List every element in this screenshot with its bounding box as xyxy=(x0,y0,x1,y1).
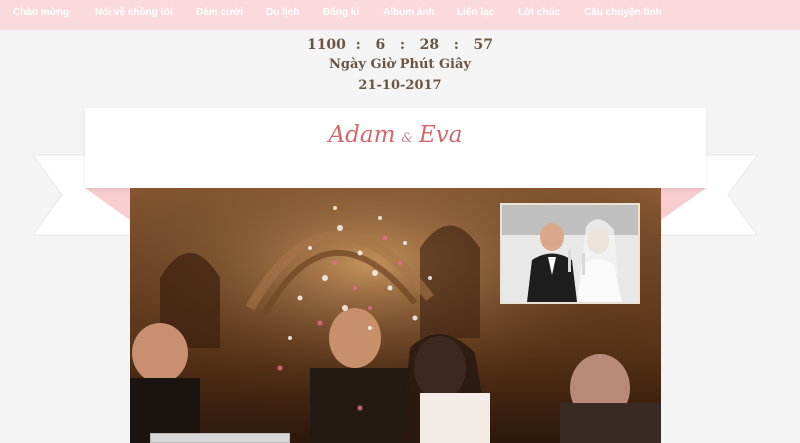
nav-item-travel[interactable]: Du lịch xyxy=(266,0,299,26)
nav-item-wishes[interactable]: Lời chúc xyxy=(518,0,560,26)
couple-names: Adam & Eva xyxy=(85,122,706,148)
photo-thumbnail-strip xyxy=(150,433,290,443)
inset-couple-photo xyxy=(500,203,640,304)
countdown-hours: 6 xyxy=(375,37,386,53)
countdown-seconds: 57 xyxy=(473,37,494,53)
nav-item-register[interactable]: Đăng kí xyxy=(323,0,359,26)
top-nav-bar: Chào mừng Nói về chồng tôi Đám cưới Du l… xyxy=(0,0,800,30)
nav-item-love-story[interactable]: Câu chuyện tình xyxy=(584,0,662,26)
nav-item-photo-album[interactable]: Album ảnh xyxy=(383,0,435,26)
nav-item-welcome[interactable]: Chào mừng xyxy=(13,0,69,26)
couple-name-card: Adam & Eva xyxy=(85,108,706,188)
groom-name: Adam xyxy=(328,122,396,148)
bride-name: Eva xyxy=(418,122,463,148)
countdown-separator: : xyxy=(350,37,371,53)
wedding-date: 21-10-2017 xyxy=(358,78,442,93)
ampersand: & xyxy=(401,131,413,146)
countdown-units-label: Ngày Giờ Phút Giây xyxy=(329,57,471,72)
countdown-days: 1100 xyxy=(306,37,346,53)
nav-item-about-husband[interactable]: Nói về chồng tôi xyxy=(95,0,173,26)
countdown-numbers: 1100 : 6 : 28 : 57 xyxy=(250,37,550,53)
nav-item-contact[interactable]: Liên lạc xyxy=(457,0,494,26)
nav-item-wedding[interactable]: Đám cưới xyxy=(196,0,243,26)
countdown-separator: : xyxy=(390,37,415,53)
countdown-minutes: 28 xyxy=(419,37,440,53)
countdown-separator: : xyxy=(444,37,469,53)
